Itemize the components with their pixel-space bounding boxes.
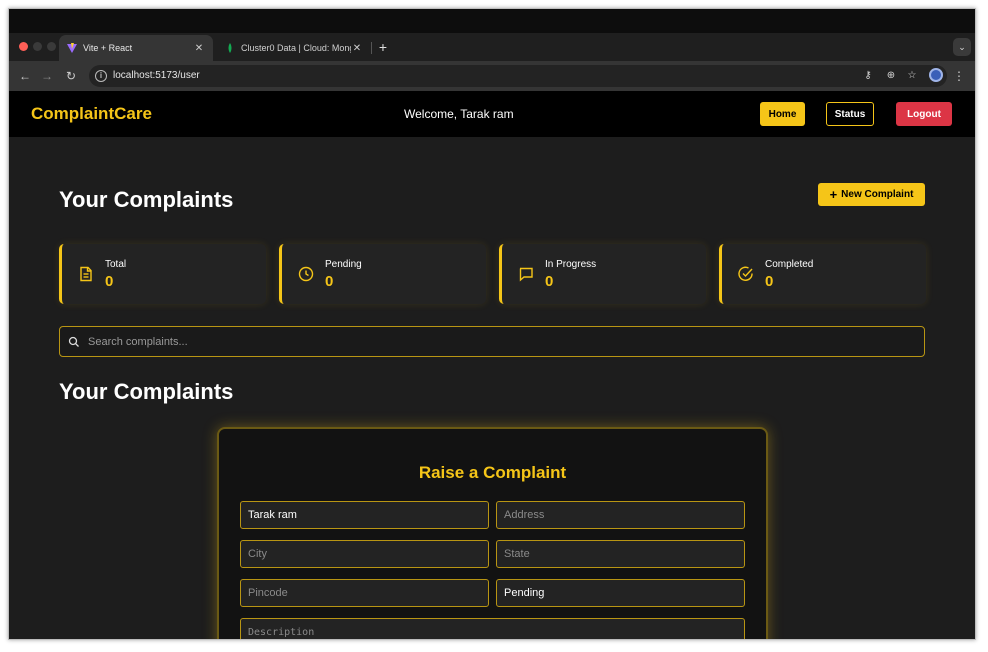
city-field[interactable] (240, 540, 489, 568)
section-title: Your Complaints (59, 379, 234, 404)
address-field[interactable] (496, 501, 745, 529)
site-info-icon[interactable]: i (95, 70, 107, 82)
browser-window: Vite + React ✕ Cluster0 Data | Cloud: Mo… (8, 8, 976, 640)
bookmark-star-icon[interactable]: ☆ (905, 69, 919, 83)
state-field[interactable] (496, 540, 745, 568)
plus-icon: + (829, 186, 838, 202)
stat-label: Pending (325, 259, 362, 270)
reload-icon[interactable]: ↻ (63, 68, 79, 84)
pincode-field[interactable] (240, 579, 489, 607)
close-window-button[interactable] (19, 42, 28, 51)
stat-card-in-progress: In Progress 0 (499, 244, 706, 304)
main-content: Your Complaints + New Complaint Total 0 … (9, 137, 975, 639)
welcome-text: Welcome, Tarak ram (404, 107, 514, 121)
stat-label: Completed (765, 259, 814, 270)
tab-title: Vite + React (83, 43, 133, 53)
zoom-icon[interactable]: ⊕ (884, 69, 898, 83)
browser-menu-icon[interactable]: ⋮ (953, 68, 965, 84)
check-circle-icon (738, 266, 753, 281)
page-title: Your Complaints (59, 187, 234, 212)
stat-value: 0 (545, 273, 554, 290)
close-tab-icon[interactable]: ✕ (193, 43, 205, 54)
tab-vite-react[interactable]: Vite + React ✕ (59, 35, 213, 61)
description-field[interactable] (240, 618, 745, 639)
tab-search-button[interactable]: ⌄ (953, 38, 971, 56)
vite-icon (67, 43, 77, 53)
search-icon (68, 336, 79, 347)
home-button[interactable]: Home (760, 102, 805, 126)
stat-card-completed: Completed 0 (719, 244, 926, 304)
forward-icon[interactable]: → (39, 68, 55, 84)
complaint-form: Raise a Complaint (217, 427, 768, 639)
new-tab-button[interactable]: + (375, 39, 391, 55)
message-icon (519, 267, 533, 282)
tab-separator (371, 42, 372, 54)
search-bar (59, 326, 925, 357)
logout-button[interactable]: Logout (896, 102, 952, 126)
back-icon[interactable]: ← (17, 68, 33, 84)
stat-value: 0 (105, 273, 114, 290)
form-title: Raise a Complaint (418, 463, 567, 482)
new-complaint-button[interactable]: + New Complaint (818, 183, 925, 206)
stat-label: In Progress (545, 259, 597, 270)
status-button[interactable]: Status (826, 102, 874, 126)
address-bar[interactable]: i localhost:5173/user ⚷ ⊕ ☆ (89, 65, 947, 87)
status-field[interactable] (496, 579, 745, 607)
name-field[interactable] (240, 501, 489, 529)
browser-toolbar: ← → ↻ i localhost:5173/user ⚷ ⊕ ☆ ⋮ (9, 61, 975, 91)
clock-icon (298, 266, 314, 282)
tab-mongodb[interactable]: Cluster0 Data | Cloud: Mongo ✕ (217, 35, 371, 61)
url-text[interactable]: localhost:5173/user (113, 70, 200, 81)
file-icon (80, 266, 92, 282)
search-input[interactable] (88, 331, 908, 353)
brand-logo[interactable]: ComplaintCare (31, 104, 152, 124)
password-key-icon[interactable]: ⚷ (861, 69, 875, 83)
mongodb-leaf-icon (228, 43, 232, 53)
profile-avatar[interactable] (929, 68, 943, 82)
new-complaint-label: New Complaint (841, 189, 914, 200)
maximize-window-button[interactable] (47, 42, 56, 51)
minimize-window-button[interactable] (33, 42, 42, 51)
stat-value: 0 (325, 273, 334, 290)
close-tab-icon[interactable]: ✕ (351, 43, 363, 54)
stat-label: Total (105, 259, 127, 270)
stat-card-total: Total 0 (59, 244, 266, 304)
stat-card-pending: Pending 0 (279, 244, 486, 304)
stat-value: 0 (765, 273, 774, 290)
tab-title: Cluster0 Data | Cloud: Mongo (241, 43, 351, 53)
app-navbar: ComplaintCare Welcome, Tarak ram Home St… (9, 91, 975, 137)
